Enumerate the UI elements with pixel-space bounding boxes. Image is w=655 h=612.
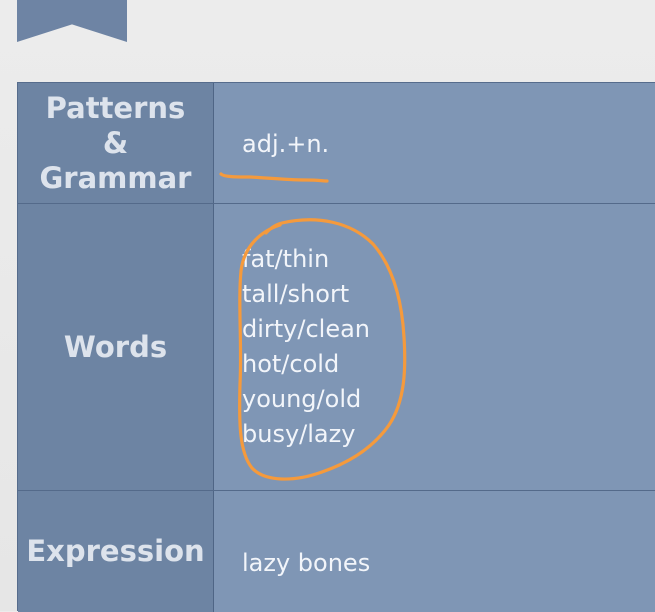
word-pair-item: young/old <box>242 385 362 413</box>
table-row-patterns-grammar: Patterns & Grammar adj.+n. <box>18 83 655 204</box>
row-label-line-patterns: Patterns <box>45 90 186 125</box>
table-row-words: Words fat/thin tall/short dirty/clean ho… <box>18 204 655 491</box>
lesson-table: Patterns & Grammar adj.+n. Words fat/thi… <box>17 82 655 612</box>
row-content-expression: lazy bones <box>214 491 655 612</box>
row-label-line-ampersand: & <box>102 125 129 160</box>
row-content-words: fat/thin tall/short dirty/clean hot/cold… <box>214 204 655 490</box>
bookmark-ribbon <box>17 0 127 42</box>
word-pair-item: hot/cold <box>242 350 340 378</box>
row-label-words-text: Words <box>63 329 168 364</box>
word-pairs-list: fat/thin tall/short dirty/clean hot/cold… <box>242 242 655 452</box>
pattern-text: adj.+n. <box>242 130 330 158</box>
row-label-words: Words <box>18 204 214 490</box>
word-pair-item: tall/short <box>242 280 350 308</box>
expression-text: lazy bones <box>242 549 371 577</box>
row-label-patterns-grammar: Patterns & Grammar <box>18 83 214 203</box>
row-label-line-grammar: Grammar <box>39 160 192 195</box>
word-pair-item: dirty/clean <box>242 315 371 343</box>
word-pair-item: fat/thin <box>242 245 330 273</box>
table-row-expression: Expression lazy bones <box>18 491 655 612</box>
word-pair-item: busy/lazy <box>242 420 356 448</box>
row-label-expression-text: Expression <box>26 534 205 568</box>
row-content-patterns-grammar: adj.+n. <box>214 83 655 203</box>
row-label-expression: Expression <box>18 491 214 612</box>
